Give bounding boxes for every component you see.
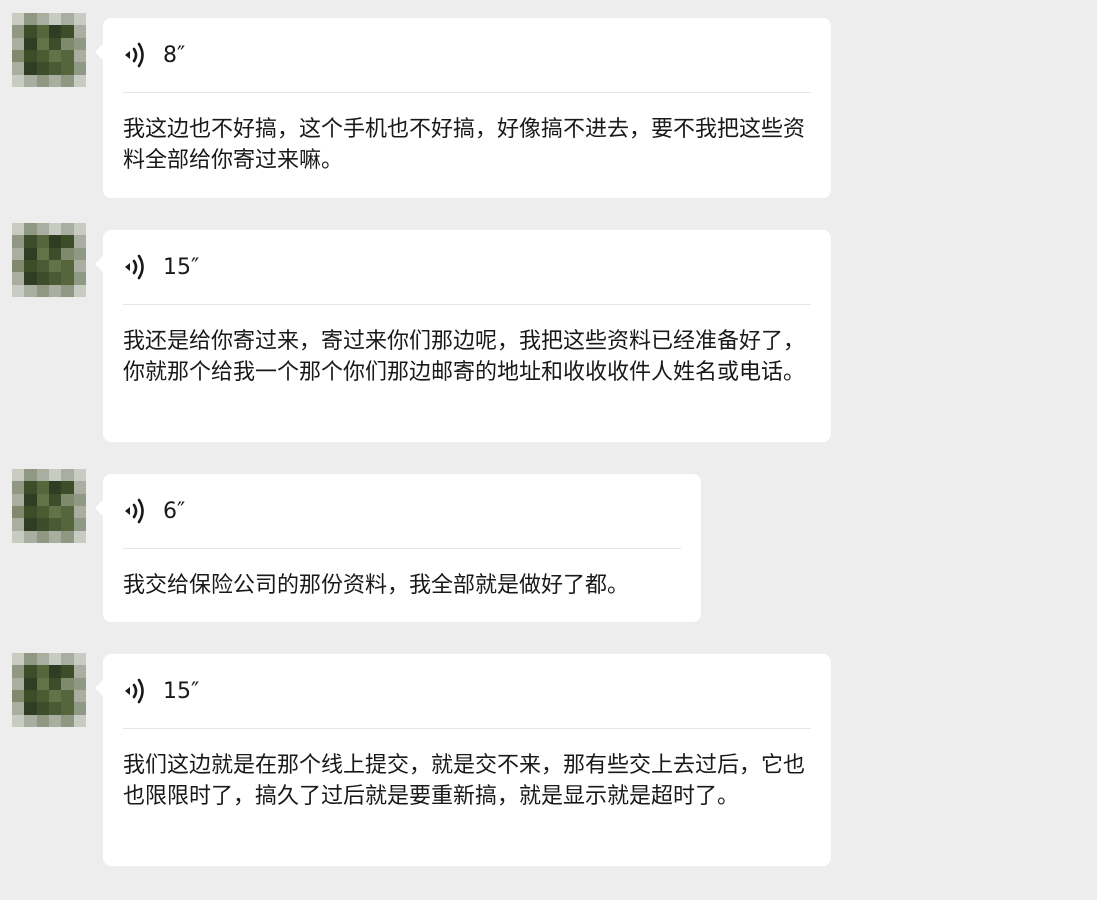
voice-transcript: 我还是给你寄过来，寄过来你们那边呢，我把这些资料已经准备好了，你就那个给我一个那… xyxy=(123,329,806,385)
chat-message-list[interactable]: 8″ 我这边也不好搞，这个手机也不好搞，好像搞不进去，要不我把这些资料全部给你寄… xyxy=(0,0,1097,900)
voice-play-button[interactable]: 15″ xyxy=(123,230,811,304)
voice-icon xyxy=(125,42,144,68)
voice-bubble[interactable]: 6″ 我交给保险公司的那份资料，我全部就是做好了都。 xyxy=(95,474,701,622)
voice-transcript: 我们这边就是在那个线上提交，就是交不来，那有些交上去过后，它也也限限时了，搞久了… xyxy=(123,753,806,809)
avatar[interactable] xyxy=(12,653,86,727)
voice-icon xyxy=(125,254,144,280)
voice-duration: 15″ xyxy=(163,678,200,704)
voice-icon xyxy=(125,498,144,524)
voice-transcript: 我这边也不好搞，这个手机也不好搞，好像搞不进去，要不我把这些资料全部给你寄过来嘛… xyxy=(123,117,806,173)
voice-duration: 6″ xyxy=(163,498,186,524)
voice-bubble[interactable]: 8″ 我这边也不好搞，这个手机也不好搞，好像搞不进去，要不我把这些资料全部给你寄… xyxy=(95,18,831,198)
voice-icon xyxy=(125,678,144,704)
voice-bubble[interactable]: 15″ 我还是给你寄过来，寄过来你们那边呢，我把这些资料已经准备好了，你就那个给… xyxy=(95,230,831,442)
voice-bubble[interactable]: 15″ 我们这边就是在那个线上提交，就是交不来，那有些交上去过后，它也也限限时了… xyxy=(95,654,831,866)
voice-transcript: 我交给保险公司的那份资料，我全部就是做好了都。 xyxy=(123,573,630,598)
voice-play-button[interactable]: 15″ xyxy=(123,654,811,728)
avatar[interactable] xyxy=(12,223,86,297)
voice-play-button[interactable]: 8″ xyxy=(123,18,811,92)
avatar[interactable] xyxy=(12,13,86,87)
voice-duration: 8″ xyxy=(163,42,186,68)
voice-play-button[interactable]: 6″ xyxy=(123,474,681,548)
avatar[interactable] xyxy=(12,469,86,543)
voice-duration: 15″ xyxy=(163,254,200,280)
